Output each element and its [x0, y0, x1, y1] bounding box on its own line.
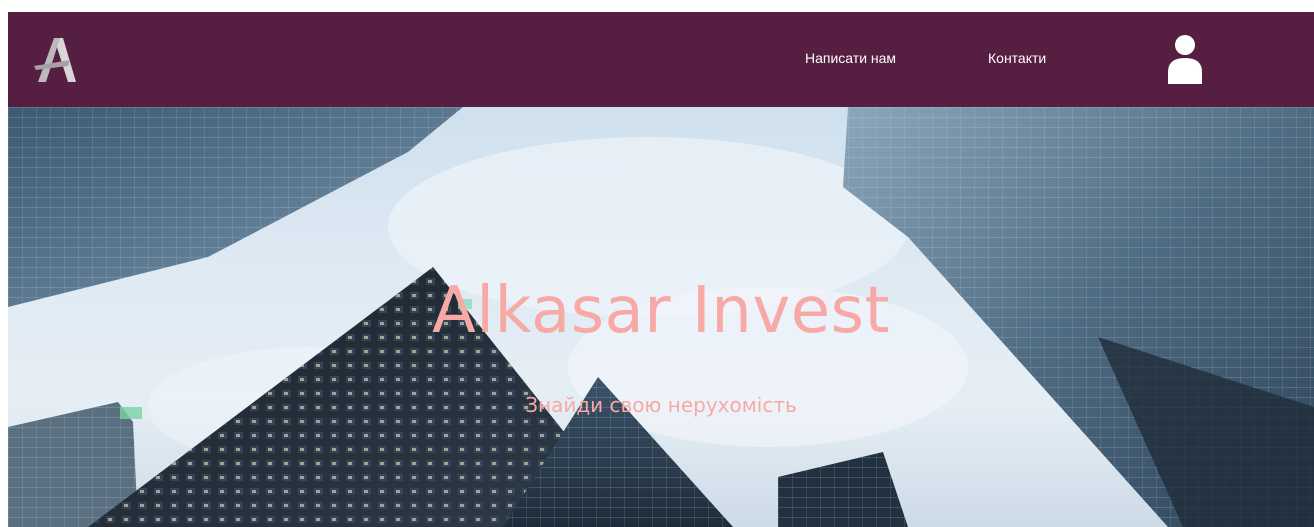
hero-section: Alkasar Invest Знайди свою нерухомість — [8, 107, 1314, 527]
alkasar-logo-icon[interactable] — [32, 36, 76, 84]
nav-write-us-link[interactable]: Написати нам — [805, 50, 896, 66]
hero-title: Alkasar Invest — [431, 274, 891, 348]
hero-subtitle: Знайди свою нерухомість — [525, 393, 797, 417]
user-icon[interactable] — [1165, 34, 1205, 84]
top-navigation-bar: Написати нам Контакти — [8, 12, 1314, 107]
nav-contacts-link[interactable]: Контакти — [988, 50, 1046, 66]
page: Написати нам Контакти Alkasar Invest Зна… — [8, 12, 1314, 527]
